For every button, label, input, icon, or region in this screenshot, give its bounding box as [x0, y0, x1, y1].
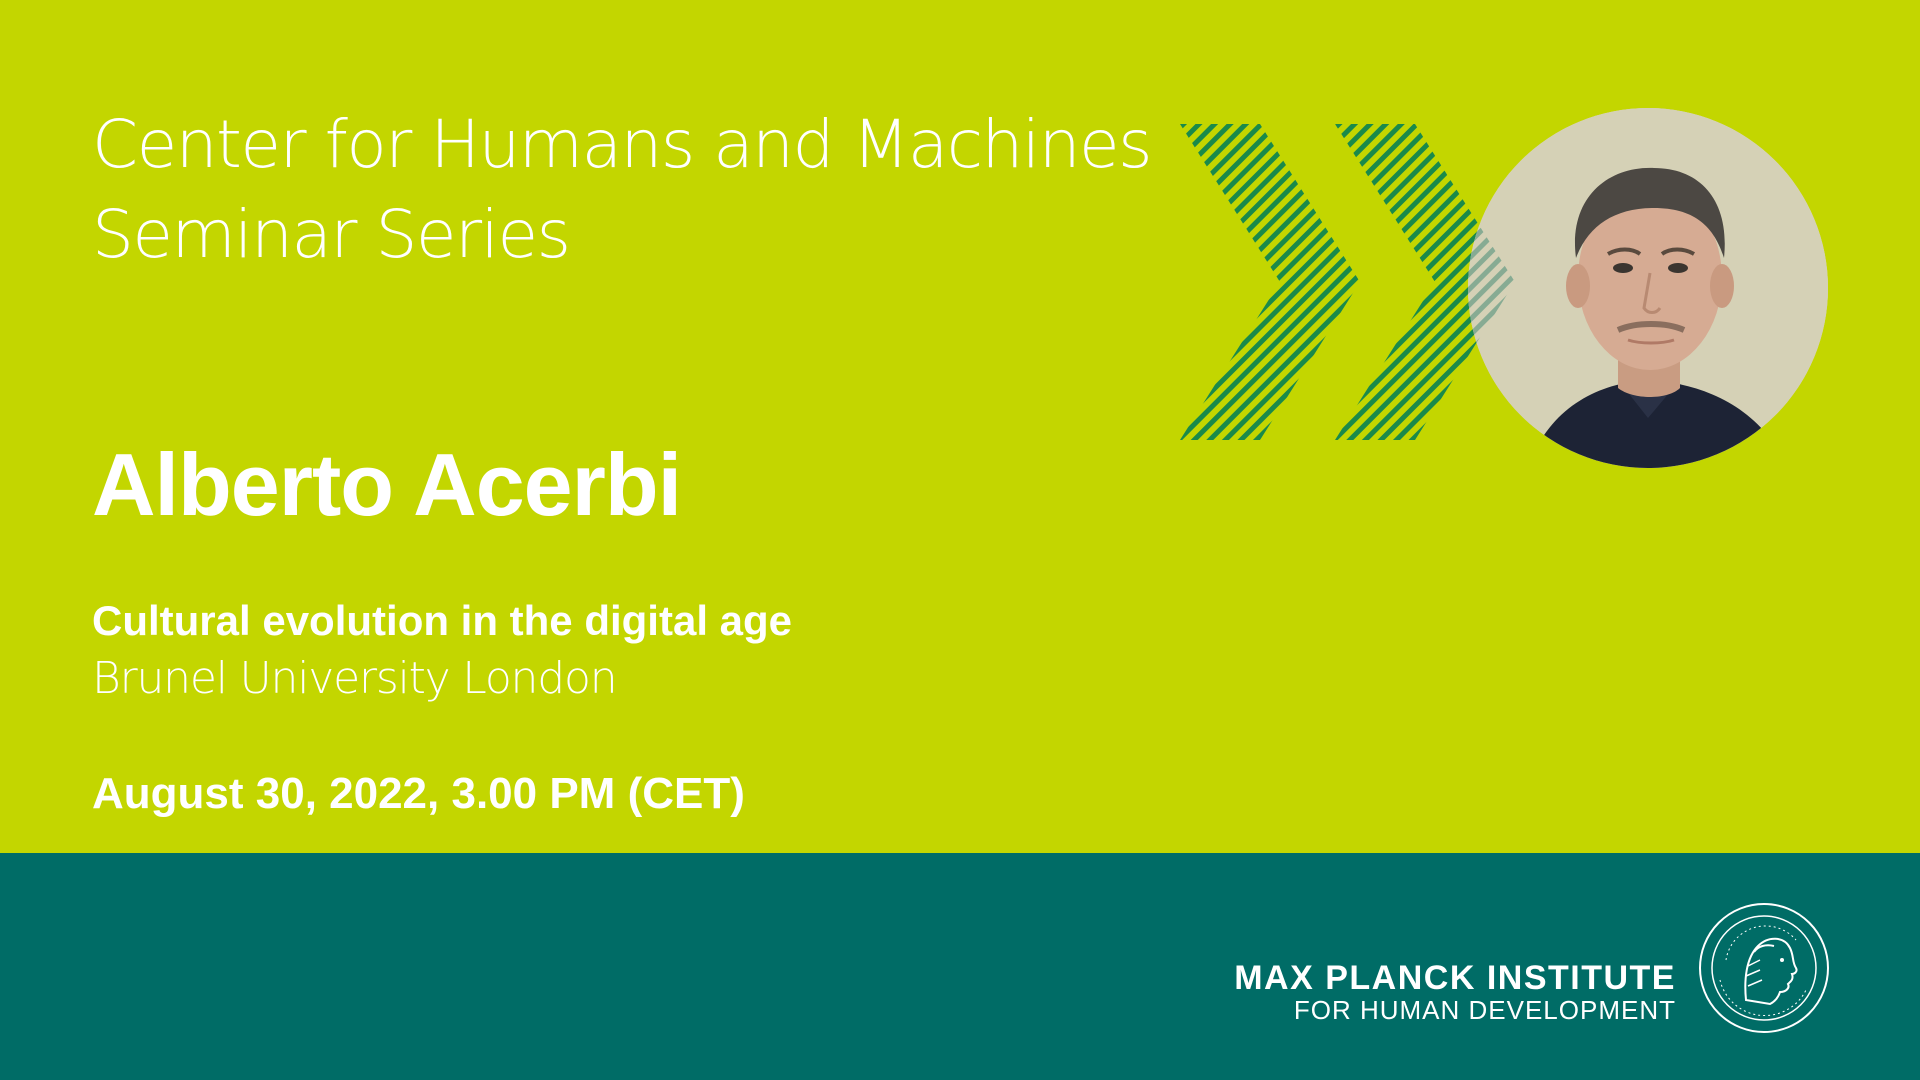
speaker-affiliation: Brunel University London — [92, 653, 618, 704]
minerva-seal-icon — [1699, 903, 1829, 1033]
series-title-line1: Center for Humans and Machines — [92, 106, 1153, 183]
series-title: Center for Humans and Machines Seminar S… — [92, 100, 1172, 280]
talk-title: Cultural evolution in the digital age — [92, 597, 793, 644]
speaker-photo — [1468, 108, 1828, 468]
series-title-line2: Seminar Series — [92, 196, 571, 273]
speaker-name: Alberto Acerbi — [92, 435, 682, 534]
institute-subtitle: FOR HUMAN DEVELOPMENT — [1293, 995, 1676, 1025]
event-date: August 30, 2022, 3.00 PM (CET) — [92, 769, 745, 818]
portrait-illustration — [1468, 108, 1828, 468]
institute-name: MAX PLANCK INSTITUTE — [1234, 959, 1676, 997]
